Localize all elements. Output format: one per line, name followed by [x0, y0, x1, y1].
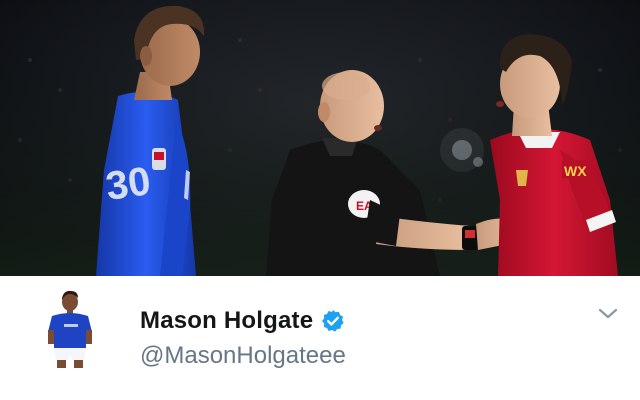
tweet-screenshot: 30 EA WX Mason Holgate @MasonHolgateee — [0, 0, 640, 400]
tweet-header: Mason Holgate @MasonHolgateee — [0, 276, 640, 400]
svg-text:30: 30 — [103, 159, 153, 209]
svg-text:WX: WX — [564, 163, 587, 179]
avatar[interactable] — [44, 288, 96, 368]
display-name[interactable]: Mason Holgate — [140, 307, 313, 335]
user-avatar-icon — [48, 290, 92, 368]
tweet-photo[interactable]: 30 EA WX — [0, 0, 640, 276]
photo-illustration: 30 EA WX — [0, 0, 640, 276]
chevron-down-icon[interactable] — [596, 304, 620, 324]
verified-badge-icon — [321, 309, 345, 333]
display-name-row: Mason Holgate — [140, 306, 345, 336]
user-handle[interactable]: @MasonHolgateee — [140, 342, 346, 370]
